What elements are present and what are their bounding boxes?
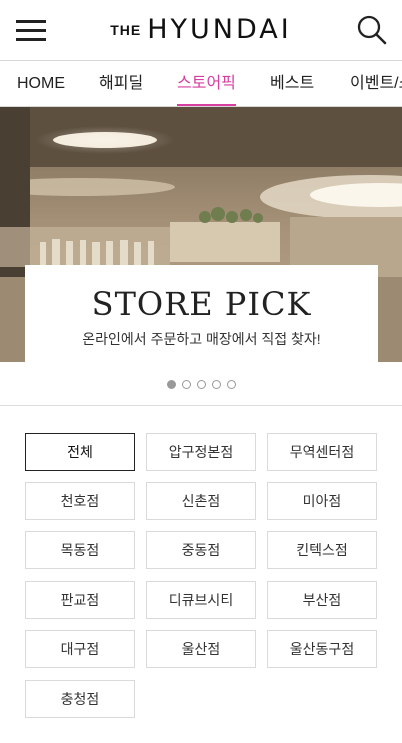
logo-brand: HYUNDAI	[147, 14, 292, 45]
tab-event[interactable]: 이벤트/쇼	[350, 61, 402, 106]
banner-title: STORE PICK	[91, 285, 312, 323]
header: THE HYUNDAI	[0, 0, 402, 60]
store-button[interactable]: 천호점	[25, 482, 135, 520]
store-pick-banner[interactable]: STORE PICK 온라인에서 주문하고 매장에서 직접 찾자!	[0, 107, 402, 362]
store-button[interactable]: 울산동구점	[267, 630, 377, 668]
carousel-dot[interactable]	[211, 380, 221, 389]
search-icon[interactable]	[356, 14, 388, 46]
carousel-dot[interactable]	[196, 380, 206, 389]
logo-the: THE	[110, 21, 142, 38]
category-nav: HOME 해피딜 스토어픽 베스트 이벤트/쇼	[0, 60, 402, 107]
banner-subtitle: 온라인에서 주문하고 매장에서 직접 찾자!	[82, 331, 321, 347]
store-button[interactable]: 신촌점	[146, 482, 256, 520]
store-button[interactable]: 중동점	[146, 531, 256, 569]
tab-store-pick[interactable]: 스토어픽	[177, 61, 236, 106]
store-button-all[interactable]: 전체	[25, 433, 135, 471]
carousel-dot[interactable]	[226, 380, 236, 389]
banner-caption: STORE PICK 온라인에서 주문하고 매장에서 직접 찾자!	[25, 265, 378, 362]
carousel-indicators	[0, 374, 402, 389]
logo[interactable]: THE HYUNDAI	[0, 14, 402, 48]
store-button[interactable]: 대구점	[25, 630, 135, 668]
store-button[interactable]: 부산점	[267, 581, 377, 619]
store-button[interactable]: 디큐브시티	[146, 581, 256, 619]
store-button[interactable]: 무역센터점	[267, 433, 377, 471]
carousel-dot[interactable]	[181, 380, 191, 389]
store-button[interactable]: 압구정본점	[146, 433, 256, 471]
tab-home[interactable]: HOME	[17, 61, 65, 106]
store-button[interactable]: 충청점	[25, 680, 135, 718]
section-divider	[0, 405, 402, 406]
store-button[interactable]: 미아점	[267, 482, 377, 520]
tab-best[interactable]: 베스트	[270, 61, 314, 106]
store-button[interactable]: 킨텍스점	[267, 531, 377, 569]
store-button[interactable]: 울산점	[146, 630, 256, 668]
store-button[interactable]: 목동점	[25, 531, 135, 569]
store-button[interactable]: 판교점	[25, 581, 135, 619]
tab-happy-deal[interactable]: 해피딜	[99, 61, 143, 106]
carousel-dot[interactable]	[166, 380, 176, 389]
